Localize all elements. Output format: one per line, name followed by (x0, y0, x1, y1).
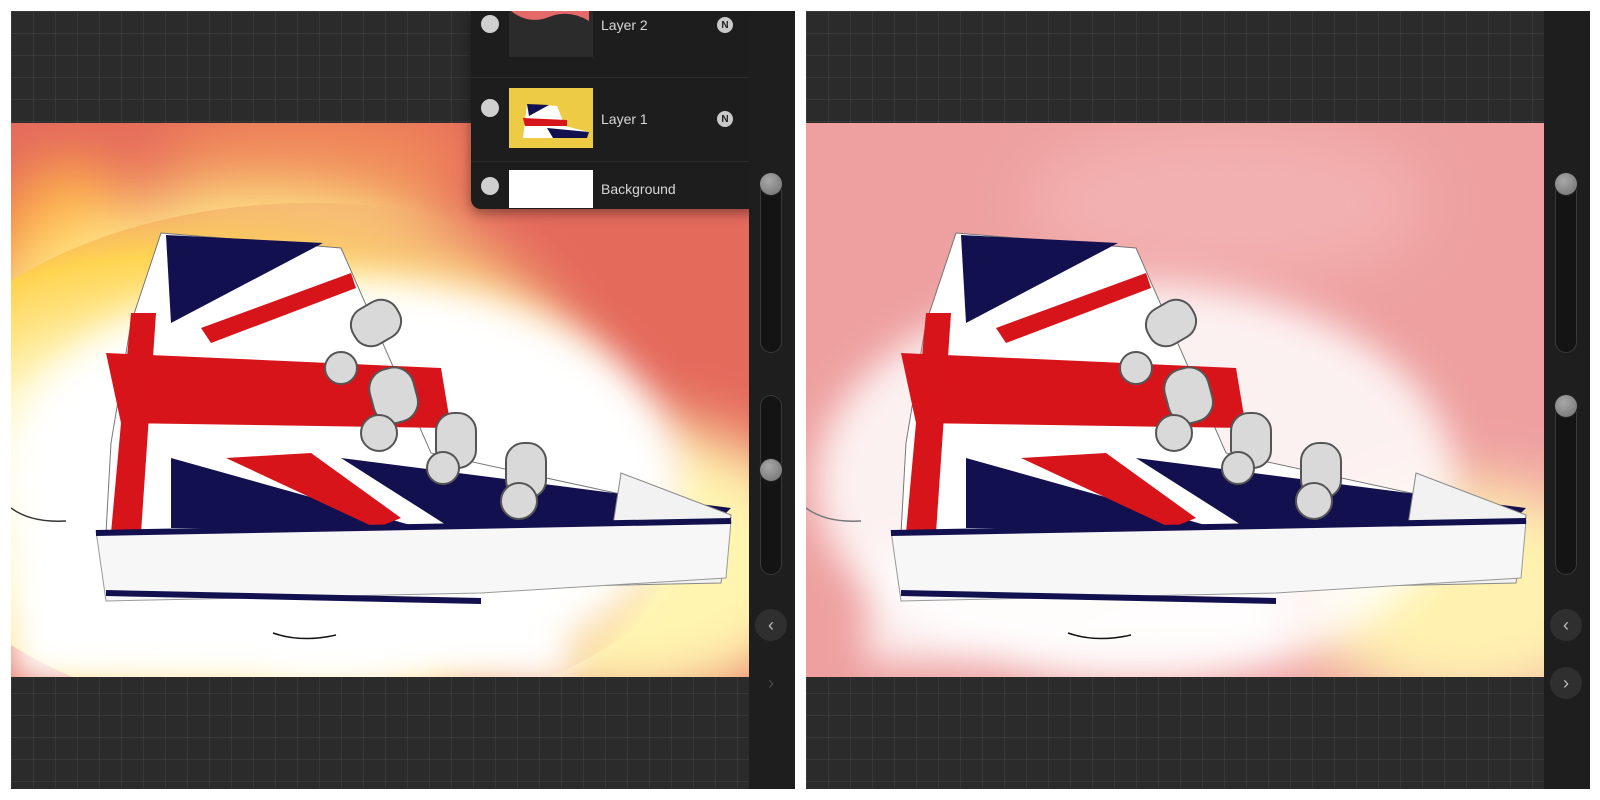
layer-thumbnail (509, 88, 593, 148)
layer-name: Layer 2 (601, 17, 648, 33)
layer-2-preview (511, 11, 589, 21)
chevron-left-icon: ‹ (1563, 614, 1569, 635)
layer-row-layer-1[interactable]: Layer 1 N (471, 77, 757, 162)
layer-thumbnail (509, 170, 593, 208)
slider-knob[interactable] (1555, 395, 1577, 417)
side-toolbar: ‹ › (1544, 11, 1590, 789)
opacity-slider[interactable] (1555, 395, 1577, 575)
layer-row-layer-2[interactable]: Layer 2 N (471, 11, 757, 78)
undo-button[interactable]: ‹ (1550, 609, 1582, 641)
slider-knob[interactable] (760, 173, 782, 195)
layer-name: Background (601, 181, 676, 197)
layer-name: Layer 1 (601, 111, 648, 127)
procreate-panel-right: ‹ › (806, 11, 1590, 789)
layer-1-preview (509, 88, 593, 148)
chevron-right-icon: › (1563, 672, 1569, 693)
layers-panel: Layer 2 N Layer 1 N Background (471, 11, 757, 209)
drawing-canvas-right[interactable] (806, 123, 1544, 677)
blend-mode-badge[interactable]: N (717, 111, 733, 127)
layer-visibility-checkbox[interactable] (481, 15, 499, 33)
blend-mode-badge[interactable]: N (717, 17, 733, 33)
layer-visibility-checkbox[interactable] (481, 177, 499, 195)
layer-visibility-checkbox[interactable] (481, 99, 499, 117)
layer-row-background[interactable]: Background (471, 161, 757, 209)
layer-thumbnail (509, 11, 593, 57)
slider-knob[interactable] (1555, 173, 1577, 195)
procreate-panel-left: Layer 2 N Layer 1 N Background ‹ › (11, 11, 795, 789)
opacity-slider[interactable] (760, 395, 782, 575)
redo-button[interactable]: › (1550, 667, 1582, 699)
redo-button[interactable]: › (755, 667, 787, 699)
sneaker-drawing (806, 123, 1544, 677)
side-toolbar: ‹ › (749, 11, 795, 789)
undo-button[interactable]: ‹ (755, 609, 787, 641)
slider-knob[interactable] (760, 459, 782, 481)
brush-size-slider[interactable] (760, 173, 782, 353)
brush-size-slider[interactable] (1555, 173, 1577, 353)
chevron-right-icon: › (768, 672, 774, 693)
chevron-left-icon: ‹ (768, 614, 774, 635)
